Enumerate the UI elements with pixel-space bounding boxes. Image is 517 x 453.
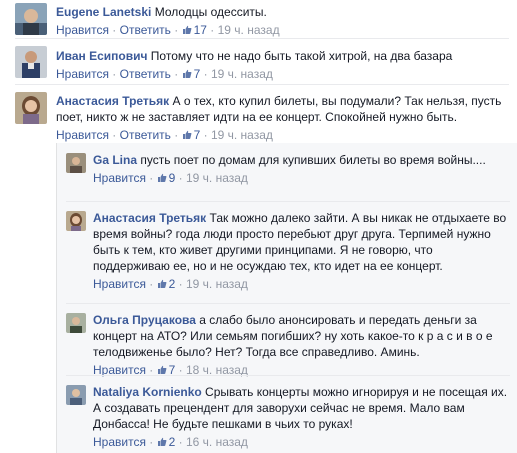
avatar-photo-icon <box>15 3 47 35</box>
reply-item: Nataliya Kornienko Срывать концерты можн… <box>57 383 517 453</box>
thumbs-up-icon <box>182 130 192 139</box>
reply-link[interactable]: Ответить <box>120 23 171 37</box>
thumbs-up-icon <box>157 279 167 288</box>
reply-link[interactable]: Ответить <box>120 128 171 142</box>
reply-body: Ольга Пруцакова а слабо было анонсироват… <box>93 312 510 378</box>
thumbs-up-icon <box>157 173 167 182</box>
comment: Eugene Lanetski Молодцы одесситы. Нравит… <box>0 0 517 48</box>
comment-author[interactable]: Анастасия Третьяк <box>56 94 169 108</box>
avatar[interactable] <box>15 92 47 124</box>
avatar[interactable] <box>15 3 47 35</box>
comment-actions: Нравится · Ответить · 7 · 19 ч. назад <box>56 67 273 81</box>
divider <box>15 84 509 85</box>
reply-time[interactable]: 19 ч. назад <box>186 171 248 185</box>
reply-actions: Нравится · 2 · 19 ч. назад <box>93 277 248 291</box>
like-count[interactable]: 7 <box>194 128 201 142</box>
replies-container: Ga Lina пусть поет по домам для купивших… <box>56 143 517 453</box>
like-link[interactable]: Нравится <box>56 67 109 81</box>
like-count[interactable]: 17 <box>194 23 207 37</box>
thumbs-up-icon <box>157 437 167 446</box>
avatar[interactable] <box>66 313 86 333</box>
like-count[interactable]: 2 <box>169 277 176 291</box>
avatar-photo-icon <box>15 92 47 124</box>
reply-author[interactable]: Nataliya Kornienko <box>93 385 202 399</box>
comment: Иван Есипович Потому что не надо быть та… <box>0 42 517 90</box>
like-count[interactable]: 2 <box>169 435 176 449</box>
reply-item: Ольга Пруцакова а слабо было анонсироват… <box>57 311 517 377</box>
avatar-photo-icon <box>66 153 86 173</box>
reply-time[interactable]: 19 ч. назад <box>186 277 248 291</box>
reply-body: Анастасия Третьяк Так можно далеко зайти… <box>93 210 510 292</box>
reply-text: пусть поет по домам для купивших билеты … <box>140 153 486 167</box>
reply-item: Анастасия Третьяк Так можно далеко зайти… <box>57 209 517 305</box>
like-link[interactable]: Нравится <box>93 171 146 185</box>
reply-actions: Нравится · 9 · 19 ч. назад <box>93 171 248 185</box>
divider <box>15 38 509 39</box>
divider <box>66 375 510 376</box>
comment-author[interactable]: Eugene Lanetski <box>56 5 151 19</box>
reply-item: Ga Lina пусть поет по домам для купивших… <box>57 151 517 203</box>
comment-text: Потому что не надо быть такой хитрой, на… <box>150 49 453 63</box>
avatar-photo-icon <box>66 385 86 405</box>
avatar-photo-icon <box>15 46 47 78</box>
comment: Анастасия Третьяк А о тех, кто купил бил… <box>0 88 517 144</box>
divider <box>66 303 510 304</box>
avatar[interactable] <box>66 385 86 405</box>
like-link[interactable]: Нравится <box>93 435 146 449</box>
comment-body: Иван Есипович Потому что не надо быть та… <box>56 48 509 82</box>
comment-actions: Нравится · Ответить · 7 · 19 ч. назад <box>56 128 273 142</box>
like-link[interactable]: Нравится <box>56 128 109 142</box>
comment-time[interactable]: 19 ч. назад <box>211 67 273 81</box>
reply-link[interactable]: Ответить <box>120 67 171 81</box>
avatar[interactable] <box>66 211 86 231</box>
comment-author[interactable]: Иван Есипович <box>56 49 147 63</box>
like-count[interactable]: 7 <box>194 67 201 81</box>
reply-actions: Нравится · 2 · 16 ч. назад <box>93 435 248 449</box>
comment-body: Анастасия Третьяк А о тех, кто купил бил… <box>56 93 509 143</box>
like-link[interactable]: Нравится <box>56 23 109 37</box>
avatar[interactable] <box>15 46 47 78</box>
reply-body: Nataliya Kornienko Срывать концерты можн… <box>93 384 510 450</box>
thumbs-up-icon <box>157 365 167 374</box>
comment-actions: Нравится · Ответить · 17 · 19 ч. назад <box>56 23 280 37</box>
comment-text: Молодцы одесситы. <box>154 5 267 19</box>
avatar[interactable] <box>66 153 86 173</box>
reply-author[interactable]: Ga Lina <box>93 153 137 167</box>
thumbs-up-icon <box>182 25 192 34</box>
avatar-photo-icon <box>66 313 86 333</box>
like-link[interactable]: Нравится <box>93 277 146 291</box>
reply-author[interactable]: Ольга Пруцакова <box>93 313 196 327</box>
comment-time[interactable]: 19 ч. назад <box>218 23 280 37</box>
divider <box>66 201 510 202</box>
reply-time[interactable]: 16 ч. назад <box>186 435 248 449</box>
comment-time[interactable]: 19 ч. назад <box>211 128 273 142</box>
comment-body: Eugene Lanetski Молодцы одесситы. Нравит… <box>56 4 509 38</box>
like-count[interactable]: 9 <box>169 171 176 185</box>
avatar-photo-icon <box>66 211 86 231</box>
reply-author[interactable]: Анастасия Третьяк <box>93 211 206 225</box>
reply-body: Ga Lina пусть поет по домам для купивших… <box>93 152 510 186</box>
thumbs-up-icon <box>182 69 192 78</box>
